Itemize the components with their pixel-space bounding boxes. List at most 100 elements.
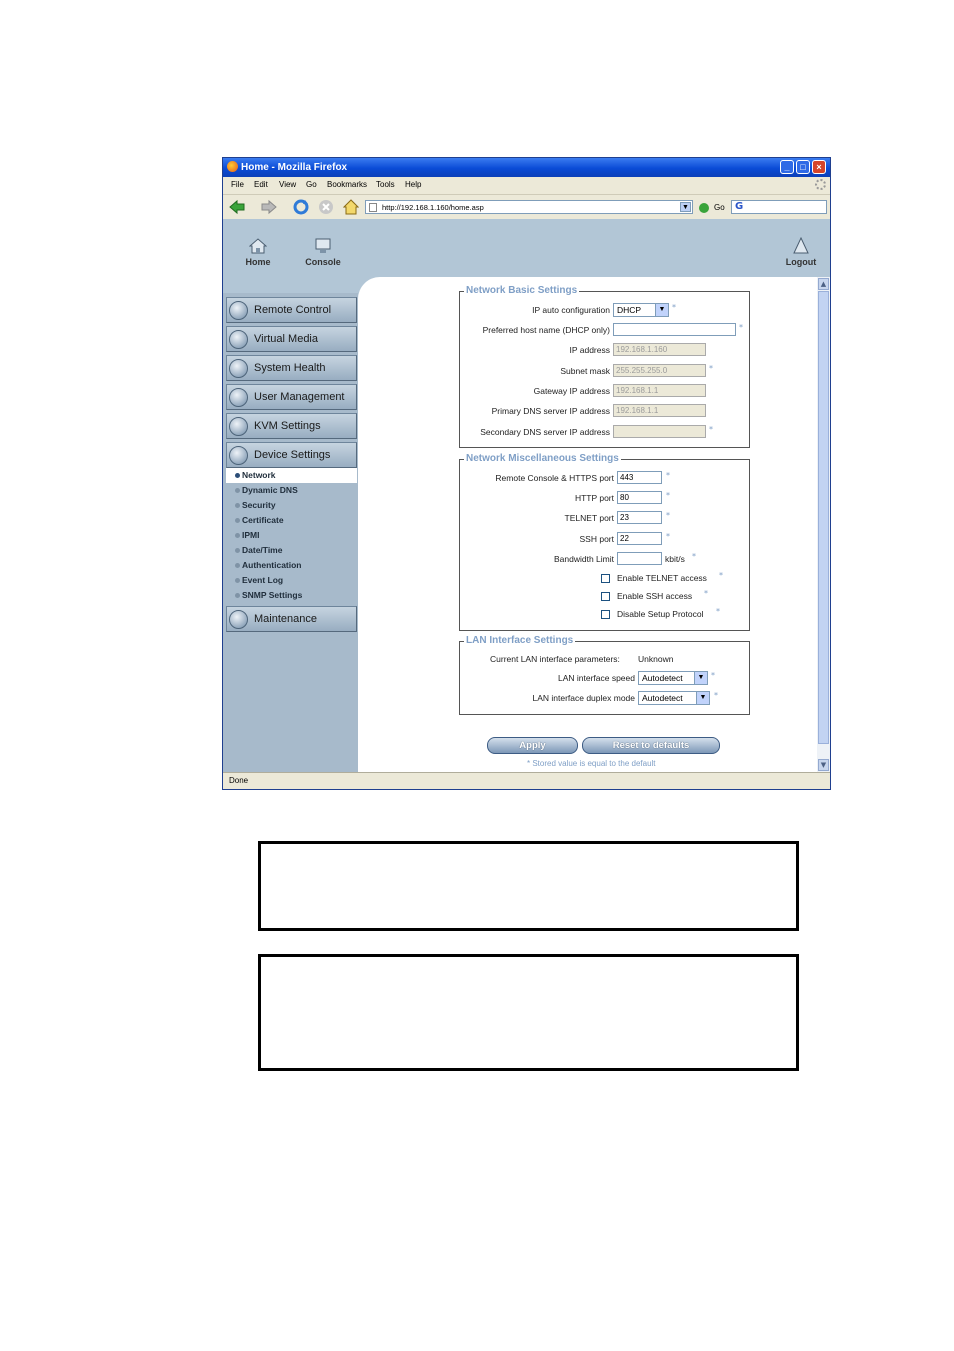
note-box xyxy=(258,954,799,1071)
subitem-dynamic-dns[interactable]: Dynamic DNS xyxy=(226,483,357,498)
ssh-port-field[interactable] xyxy=(617,532,662,545)
category-label: Remote Control xyxy=(254,304,332,316)
https-port-field[interactable] xyxy=(617,471,662,484)
menu-file[interactable]: File xyxy=(231,180,244,189)
menu-edit[interactable]: Edit xyxy=(254,180,268,189)
hostname-label: Preferred host name (DHCP only) xyxy=(482,325,610,335)
default-marker: * xyxy=(666,471,670,480)
subnet-mask-field[interactable] xyxy=(613,364,706,377)
primary-dns-field[interactable] xyxy=(613,404,706,417)
subitem-date-time[interactable]: Date/Time xyxy=(226,543,357,558)
logout-link[interactable]: Logout xyxy=(776,237,826,267)
title-bar: Home - Mozilla Firefox _ □ × xyxy=(223,158,830,177)
reset-to-defaults-button[interactable]: Reset to defaults xyxy=(582,737,720,754)
network-misc-settings: Network Miscellaneous Settings Remote Co… xyxy=(459,453,750,631)
page-content: Home Console Logout Remote Control Virtu… xyxy=(223,219,830,772)
ssh-access-checkbox[interactable] xyxy=(601,592,610,601)
house-icon xyxy=(249,238,267,254)
go-icon[interactable] xyxy=(699,203,709,213)
minimize-button[interactable]: _ xyxy=(780,160,794,174)
console-link[interactable]: Console xyxy=(298,237,348,267)
subitem-certificate[interactable]: Certificate xyxy=(226,513,357,528)
back-arrow-icon[interactable] xyxy=(229,199,245,215)
bandwidth-unit: kbit/s xyxy=(665,554,685,564)
default-marker: * xyxy=(704,589,708,598)
browser-window: Home - Mozilla Firefox _ □ × File Edit V… xyxy=(222,157,831,790)
gateway-field[interactable] xyxy=(613,384,706,397)
category-remote-control[interactable]: Remote Control xyxy=(226,297,357,323)
bullet-icon xyxy=(235,503,240,508)
network-basic-settings: Network Basic Settings IP auto configura… xyxy=(459,285,750,448)
subitem-security[interactable]: Security xyxy=(226,498,357,513)
subitem-event-log[interactable]: Event Log xyxy=(226,573,357,588)
url-bar[interactable]: http://192.168.1.160/home.asp ▼ xyxy=(365,200,693,214)
subitem-network[interactable]: Network xyxy=(226,468,357,483)
reload-icon[interactable] xyxy=(293,199,309,215)
bandwidth-field[interactable] xyxy=(617,552,662,565)
gears-icon xyxy=(229,446,248,465)
lan-duplex-label: LAN interface duplex mode xyxy=(532,693,635,703)
subnet-mask-label: Subnet mask xyxy=(560,366,610,376)
stop-icon[interactable] xyxy=(318,199,334,215)
lan-duplex-select[interactable]: Autodetect ▼ xyxy=(638,691,710,705)
subitem-label: SNMP Settings xyxy=(242,590,303,600)
chevron-down-icon[interactable]: ▼ xyxy=(680,202,691,212)
ip-auto-select[interactable]: DHCP ▼ xyxy=(613,303,669,317)
window-title: Home - Mozilla Firefox xyxy=(241,162,348,173)
ip-address-field[interactable] xyxy=(613,343,706,356)
search-input[interactable]: G xyxy=(731,200,827,214)
category-label: KVM Settings xyxy=(254,420,321,432)
setup-protocol-checkbox[interactable] xyxy=(601,610,610,619)
forward-arrow-icon[interactable] xyxy=(261,199,277,215)
home-label: Home xyxy=(245,257,271,267)
telnet-access-checkbox[interactable] xyxy=(601,574,610,583)
hostname-field[interactable] xyxy=(613,323,736,336)
menu-help[interactable]: Help xyxy=(405,180,421,189)
scroll-up-icon[interactable]: ▲ xyxy=(818,278,829,290)
url-text[interactable]: http://192.168.1.160/home.asp xyxy=(382,203,484,212)
subitem-snmp-settings[interactable]: SNMP Settings xyxy=(226,588,357,603)
menu-tools[interactable]: Tools xyxy=(376,180,395,189)
subitem-authentication[interactable]: Authentication xyxy=(226,558,357,573)
maximize-button[interactable]: □ xyxy=(796,160,810,174)
lan-speed-select[interactable]: Autodetect ▼ xyxy=(638,671,708,685)
scroll-thumb[interactable] xyxy=(818,291,829,744)
close-button[interactable]: × xyxy=(812,160,826,174)
category-label: Device Settings xyxy=(254,449,331,461)
category-user-management[interactable]: User Management xyxy=(226,384,357,410)
default-marker: * xyxy=(666,491,670,500)
default-marker: * xyxy=(714,691,718,700)
http-port-label: HTTP port xyxy=(574,493,614,503)
bullet-icon xyxy=(235,548,240,553)
lan-speed-value: Autodetect xyxy=(642,673,683,683)
menu-go[interactable]: Go xyxy=(306,180,317,189)
http-port-field[interactable] xyxy=(617,491,662,504)
apply-button[interactable]: Apply xyxy=(487,737,578,754)
google-icon: G xyxy=(735,201,744,212)
wrench-icon xyxy=(229,610,248,629)
category-kvm-settings[interactable]: KVM Settings xyxy=(226,413,357,439)
category-system-health[interactable]: System Health xyxy=(226,355,357,381)
section-legend: Network Basic Settings xyxy=(464,285,580,296)
subitem-ipmi[interactable]: IPMI xyxy=(226,528,357,543)
category-device-settings[interactable]: Device Settings xyxy=(226,442,357,468)
menu-view[interactable]: View xyxy=(279,180,296,189)
category-virtual-media[interactable]: Virtual Media xyxy=(226,326,357,352)
category-label: Maintenance xyxy=(254,613,317,625)
ip-address-label: IP address xyxy=(569,345,610,355)
category-maintenance[interactable]: Maintenance xyxy=(226,606,357,632)
home-icon[interactable] xyxy=(343,199,359,215)
telnet-port-field[interactable] xyxy=(617,511,662,524)
system-health-icon xyxy=(229,359,248,378)
scroll-down-icon[interactable]: ▼ xyxy=(818,759,829,771)
secondary-dns-field[interactable] xyxy=(613,425,706,438)
throbber-icon xyxy=(815,179,826,190)
vertical-scrollbar[interactable]: ▲ ▼ xyxy=(817,277,830,772)
monitor-icon xyxy=(315,238,331,253)
home-link[interactable]: Home xyxy=(233,237,283,267)
status-bar: Done xyxy=(223,772,830,789)
menu-bookmarks[interactable]: Bookmarks xyxy=(327,180,367,189)
default-marker: * xyxy=(719,571,723,580)
chevron-down-icon: ▼ xyxy=(655,304,668,316)
go-button[interactable]: Go xyxy=(714,203,725,212)
